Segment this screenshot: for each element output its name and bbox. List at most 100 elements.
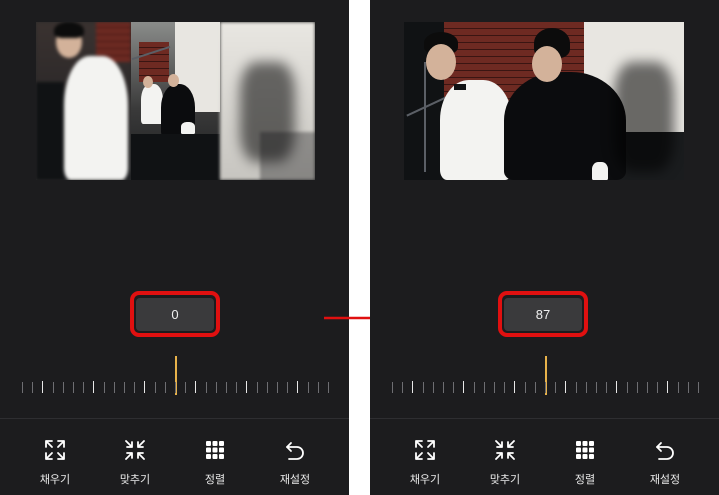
slider-tick — [514, 381, 515, 393]
slider-tick — [53, 382, 54, 393]
slider-tick — [667, 381, 668, 393]
slider-tick — [596, 382, 597, 393]
divider — [0, 418, 349, 419]
slider-tick — [474, 382, 475, 393]
slider-tick — [287, 382, 288, 393]
slider-tick — [216, 382, 217, 393]
slider-tick — [246, 381, 247, 393]
adjustment-slider[interactable] — [392, 352, 699, 398]
slider-tick — [63, 382, 64, 393]
reset-button[interactable]: 재설정 — [260, 430, 330, 488]
screen-after: 87 채우기 맞추기 정렬 재설정 — [370, 0, 719, 495]
align-label: 정렬 — [204, 473, 226, 486]
fit-label: 맞추기 — [119, 473, 151, 486]
bottom-toolbar: 채우기 맞추기 정렬 재설정 — [370, 430, 719, 490]
slider-tick — [647, 382, 648, 393]
slider-tick — [443, 382, 444, 393]
value-display: 0 — [136, 298, 214, 331]
slider-tick — [165, 382, 166, 393]
fill-button[interactable]: 채우기 — [20, 430, 90, 488]
slider-tick — [525, 382, 526, 393]
slider-tick — [412, 381, 413, 393]
slider-tick — [32, 382, 33, 393]
compress-icon — [495, 440, 515, 460]
slider-tick — [494, 382, 495, 393]
align-label: 정렬 — [574, 473, 596, 486]
slider-tick — [318, 382, 319, 393]
grid-icon — [576, 441, 594, 459]
slider-tick — [555, 382, 556, 393]
slider-tick — [576, 382, 577, 393]
photo-preview[interactable] — [404, 22, 684, 180]
slider-tick — [297, 381, 298, 393]
expand-icon — [415, 440, 435, 460]
bottom-toolbar: 채우기 맞추기 정렬 재설정 — [0, 430, 349, 490]
slider-tick — [124, 382, 125, 393]
slider-tick — [392, 382, 393, 393]
slider-tick — [83, 382, 84, 393]
fit-label: 맞추기 — [489, 473, 521, 486]
slider-tick — [257, 382, 258, 393]
slider-tick — [433, 382, 434, 393]
fill-label: 채우기 — [409, 473, 441, 486]
undo-icon — [656, 442, 674, 460]
compress-icon — [125, 440, 145, 460]
slider-tick — [134, 382, 135, 393]
slider-tick — [114, 382, 115, 393]
slider-tick — [175, 382, 176, 393]
reset-label: 재설정 — [279, 473, 311, 486]
photo-segment-right — [220, 22, 315, 180]
slider-tick — [423, 382, 424, 393]
slider-tick — [22, 382, 23, 393]
slider-tick — [657, 382, 658, 393]
slider-tick — [93, 381, 94, 393]
slider-tick — [484, 382, 485, 393]
slider-tick — [565, 381, 566, 393]
slider-tick — [402, 382, 403, 393]
slider-tick — [267, 382, 268, 393]
slider-tick — [277, 382, 278, 393]
slider-tick — [698, 382, 699, 393]
slider-tick — [637, 382, 638, 393]
photo-segment-center — [131, 22, 220, 180]
screen-before: 0 채우기 맞추기 정렬 재설정 — [0, 0, 349, 495]
expand-icon — [45, 440, 65, 460]
slider-tick — [155, 382, 156, 393]
slider-tick — [185, 382, 186, 393]
slider-tick — [606, 382, 607, 393]
fill-label: 채우기 — [39, 473, 71, 486]
slider-tick — [206, 382, 207, 393]
photo-preview[interactable] — [36, 22, 315, 180]
align-button[interactable]: 정렬 — [180, 430, 250, 488]
slider-tick — [104, 382, 105, 393]
fit-button[interactable]: 맞추기 — [470, 430, 540, 488]
slider-tick — [328, 382, 329, 393]
slider-tick — [144, 381, 145, 393]
slider-tick — [308, 382, 309, 393]
slider-tick — [545, 382, 546, 393]
value-display: 87 — [504, 298, 582, 331]
slider-tick — [73, 382, 74, 393]
photo-segment-left — [36, 22, 131, 180]
align-button[interactable]: 정렬 — [550, 430, 620, 488]
fit-button[interactable]: 맞추기 — [100, 430, 170, 488]
slider-tick — [627, 382, 628, 393]
slider-tick — [586, 382, 587, 393]
adjustment-slider[interactable] — [22, 352, 329, 398]
slider-tick — [226, 382, 227, 393]
slider-tick — [678, 382, 679, 393]
slider-tick — [236, 382, 237, 393]
slider-tick — [535, 382, 536, 393]
slider-tick — [195, 381, 196, 393]
reset-button[interactable]: 재설정 — [630, 430, 700, 488]
divider — [370, 418, 719, 419]
slider-tick — [504, 382, 505, 393]
slider-tick — [42, 381, 43, 393]
reset-label: 재설정 — [649, 473, 681, 486]
undo-icon — [286, 442, 304, 460]
slider-tick — [453, 382, 454, 393]
slider-tick — [463, 381, 464, 393]
fill-button[interactable]: 채우기 — [390, 430, 460, 488]
grid-icon — [206, 441, 224, 459]
slider-tick — [688, 382, 689, 393]
